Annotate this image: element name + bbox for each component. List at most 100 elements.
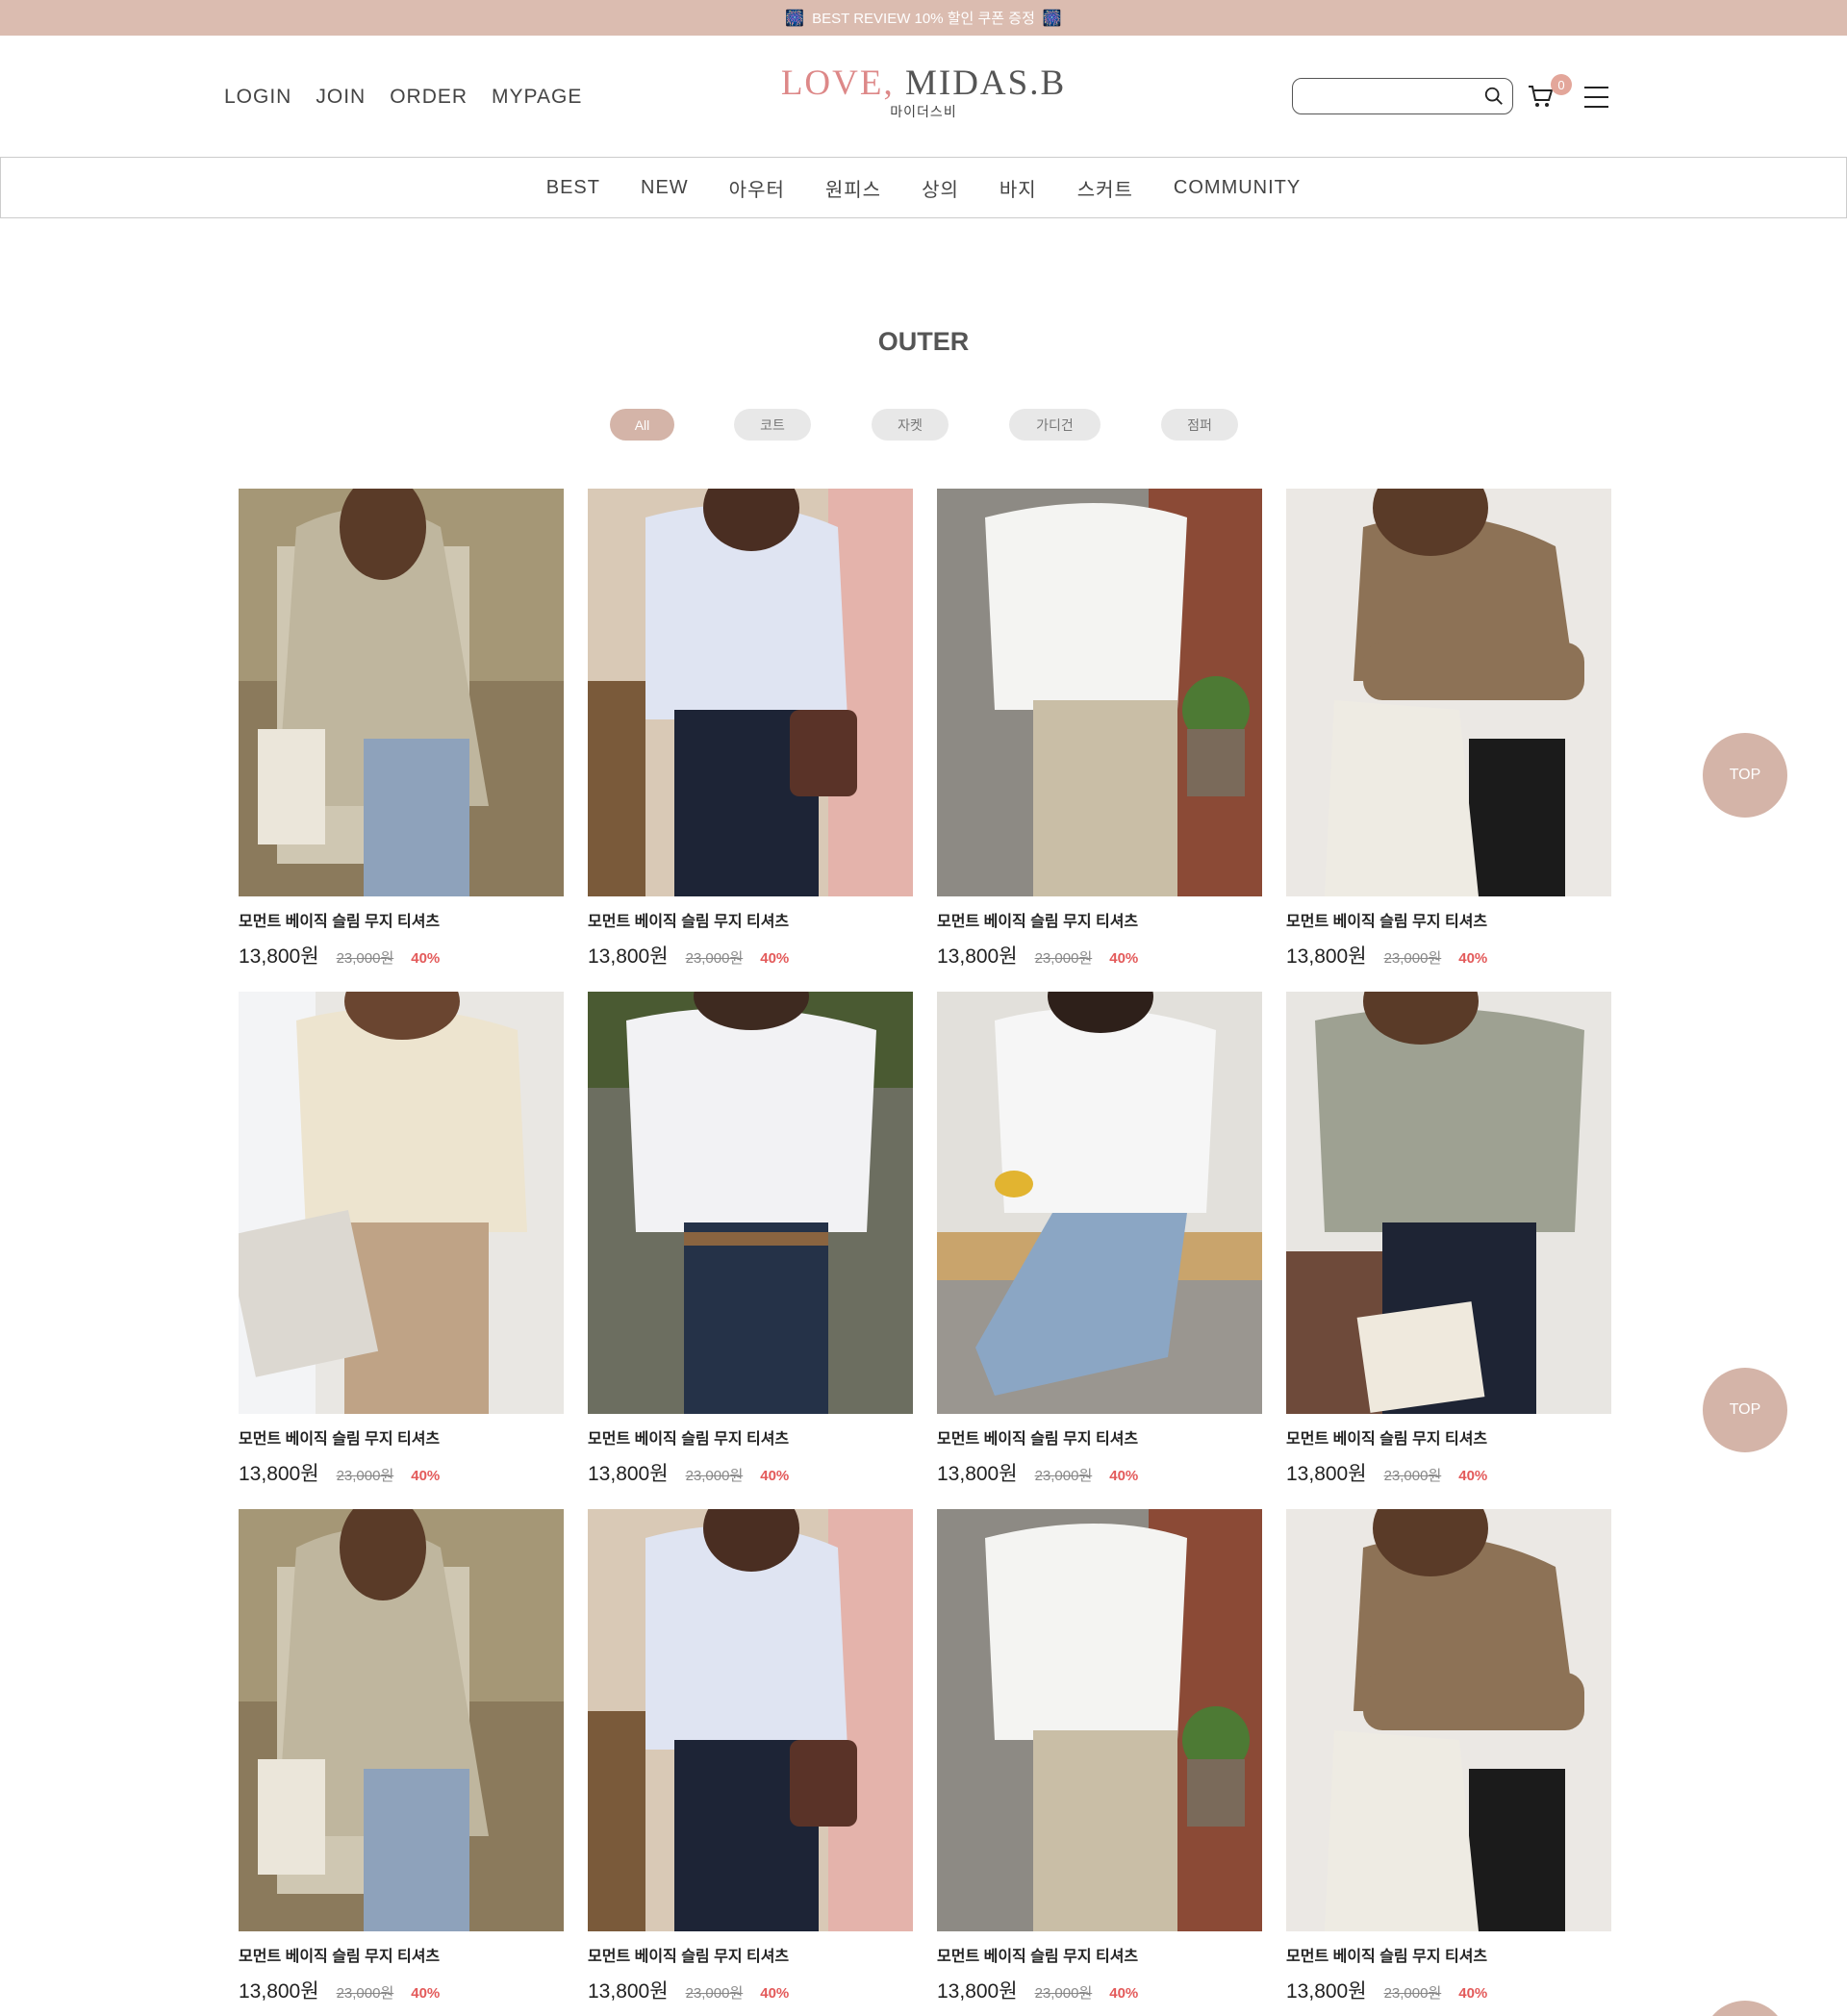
product-image[interactable] [588,1509,913,1931]
product-original-price: 23,000원 [685,1985,744,2002]
product-image[interactable] [937,992,1262,1414]
product-card[interactable]: 모먼트 베이직 슬림 무지 티셔츠 13,800원 23,000원 40% [1286,992,1611,1487]
product-name[interactable]: 모먼트 베이직 슬림 무지 티셔츠 [1286,1425,1611,1448]
product-name[interactable]: 모먼트 베이직 슬림 무지 티셔츠 [937,908,1262,930]
filter-pills: All 코트 자켓 가디건 점퍼 [610,409,1238,441]
product-card[interactable]: 모먼트 베이직 슬림 무지 티셔츠 13,800원 23,000원 40% [588,1509,913,2004]
product-image[interactable] [1286,1509,1611,1931]
product-card[interactable]: 모먼트 베이직 슬림 무지 티셔츠 13,800원 23,000원 40% [588,992,913,1487]
nav-pants[interactable]: 바지 [999,174,1037,202]
firework-icon: 🎆 [1042,10,1062,27]
hamburger-menu-icon[interactable] [1584,87,1608,108]
product-image[interactable] [937,1509,1262,1931]
logo-accent-text: LOVE, [780,63,895,103]
product-price: 13,800원 [239,945,319,968]
product-price: 13,800원 [588,1980,669,2003]
product-discount: 40% [411,950,441,967]
product-card[interactable]: 모먼트 베이직 슬림 무지 티셔츠 13,800원 23,000원 40% [239,1509,564,2004]
product-discount: 40% [760,1985,790,2002]
product-name[interactable]: 모먼트 베이직 슬림 무지 티셔츠 [239,908,564,930]
nav-best[interactable]: BEST [546,177,600,199]
product-price: 13,800원 [1286,1463,1367,1485]
product-price: 13,800원 [1286,1980,1367,2003]
product-price: 13,800원 [588,1463,669,1485]
product-discount: 40% [411,1985,441,2002]
product-card[interactable]: 모먼트 베이직 슬림 무지 티셔츠 13,800원 23,000원 40% [937,489,1262,970]
product-original-price: 23,000원 [1034,1985,1093,2002]
product-name[interactable]: 모먼트 베이직 슬림 무지 티셔츠 [588,1425,913,1448]
scroll-top-button[interactable]: TOP [1703,1368,1787,1452]
product-image[interactable] [239,489,564,896]
product-name[interactable]: 모먼트 베이직 슬림 무지 티셔츠 [937,1425,1262,1448]
nav-skirt[interactable]: 스커트 [1077,174,1133,202]
nav-outer[interactable]: 아우터 [729,174,785,202]
product-name[interactable]: 모먼트 베이직 슬림 무지 티셔츠 [239,1425,564,1448]
product-original-price: 23,000원 [336,950,394,967]
promo-banner[interactable]: 🎆 BEST REVIEW 10% 할인 쿠폰 증정 🎆 [0,0,1847,36]
product-card[interactable]: 모먼트 베이직 슬림 무지 티셔츠 13,800원 23,000원 40% [239,489,564,970]
product-original-price: 23,000원 [336,1985,394,2002]
site-header: LOGIN JOIN ORDER MYPAGE LOVE, MIDAS.B 마이… [0,36,1847,157]
product-price: 13,800원 [239,1980,319,2003]
filter-jacket[interactable]: 자켓 [872,409,949,441]
product-name[interactable]: 모먼트 베이직 슬림 무지 티셔츠 [937,1943,1262,1965]
filter-cardigan[interactable]: 가디건 [1009,409,1101,441]
logo-sub-text: 마이더스비 [890,104,957,119]
filter-all[interactable]: All [610,409,674,441]
site-logo[interactable]: LOVE, MIDAS.B 마이더스비 [0,63,1847,121]
product-discount: 40% [760,950,790,967]
product-image[interactable] [239,1509,564,1931]
product-name[interactable]: 모먼트 베이직 슬림 무지 티셔츠 [588,1943,913,1965]
product-original-price: 23,000원 [1383,950,1442,967]
filter-jumper[interactable]: 점퍼 [1161,409,1238,441]
nav-community[interactable]: COMMUNITY [1174,177,1301,199]
product-price: 13,800원 [937,945,1018,968]
product-discount: 40% [1458,1468,1488,1484]
product-original-price: 23,000원 [685,950,744,967]
product-original-price: 23,000원 [1034,1468,1093,1484]
search-icon[interactable] [1483,86,1505,107]
scroll-top-button[interactable]: TOP [1703,733,1787,818]
scroll-top-button[interactable] [1703,2001,1787,2016]
product-original-price: 23,000원 [1383,1985,1442,2002]
search-box [1292,78,1513,114]
firework-icon: 🎆 [785,10,805,27]
product-price: 13,800원 [239,1463,319,1485]
product-original-price: 23,000원 [1034,950,1093,967]
product-image[interactable] [937,489,1262,896]
product-discount: 40% [1458,1985,1488,2002]
nav-new[interactable]: NEW [641,177,689,199]
main-nav: BEST NEW 아우터 원피스 상의 바지 스커트 COMMUNITY [0,157,1847,218]
product-original-price: 23,000원 [1383,1468,1442,1484]
product-original-price: 23,000원 [336,1468,394,1484]
product-name[interactable]: 모먼트 베이직 슬림 무지 티셔츠 [1286,1943,1611,1965]
logo-main-text: MIDAS.B [904,63,1067,103]
nav-onepiece[interactable]: 원피스 [825,174,881,202]
product-discount: 40% [1109,1468,1139,1484]
search-input[interactable] [1303,79,1476,113]
product-discount: 40% [760,1468,790,1484]
promo-text: BEST REVIEW 10% 할인 쿠폰 증정 [812,11,1035,27]
product-price: 13,800원 [1286,945,1367,968]
product-name[interactable]: 모먼트 베이직 슬림 무지 티셔츠 [239,1943,564,1965]
product-card[interactable]: 모먼트 베이직 슬림 무지 티셔츠 13,800원 23,000원 40% [1286,1509,1611,2004]
cart-count-badge: 0 [1551,74,1572,95]
product-price: 13,800원 [937,1463,1018,1485]
product-image[interactable] [239,992,564,1414]
product-original-price: 23,000원 [685,1468,744,1484]
product-image[interactable] [588,489,913,896]
product-card[interactable]: 모먼트 베이직 슬림 무지 티셔츠 13,800원 23,000원 40% [239,992,564,1487]
product-card[interactable]: 모먼트 베이직 슬림 무지 티셔츠 13,800원 23,000원 40% [937,1509,1262,2004]
product-image[interactable] [1286,992,1611,1414]
filter-coat[interactable]: 코트 [734,409,811,441]
category-title: OUTER [877,327,970,356]
nav-top[interactable]: 상의 [922,174,959,202]
product-image[interactable] [1286,489,1611,896]
product-name[interactable]: 모먼트 베이직 슬림 무지 티셔츠 [588,908,913,930]
product-card[interactable]: 모먼트 베이직 슬림 무지 티셔츠 13,800원 23,000원 40% [588,489,913,970]
product-card[interactable]: 모먼트 베이직 슬림 무지 티셔츠 13,800원 23,000원 40% [1286,489,1611,970]
product-name[interactable]: 모먼트 베이직 슬림 무지 티셔츠 [1286,908,1611,930]
product-discount: 40% [1109,950,1139,967]
product-card[interactable]: 모먼트 베이직 슬림 무지 티셔츠 13,800원 23,000원 40% [937,992,1262,1487]
product-image[interactable] [588,992,913,1414]
